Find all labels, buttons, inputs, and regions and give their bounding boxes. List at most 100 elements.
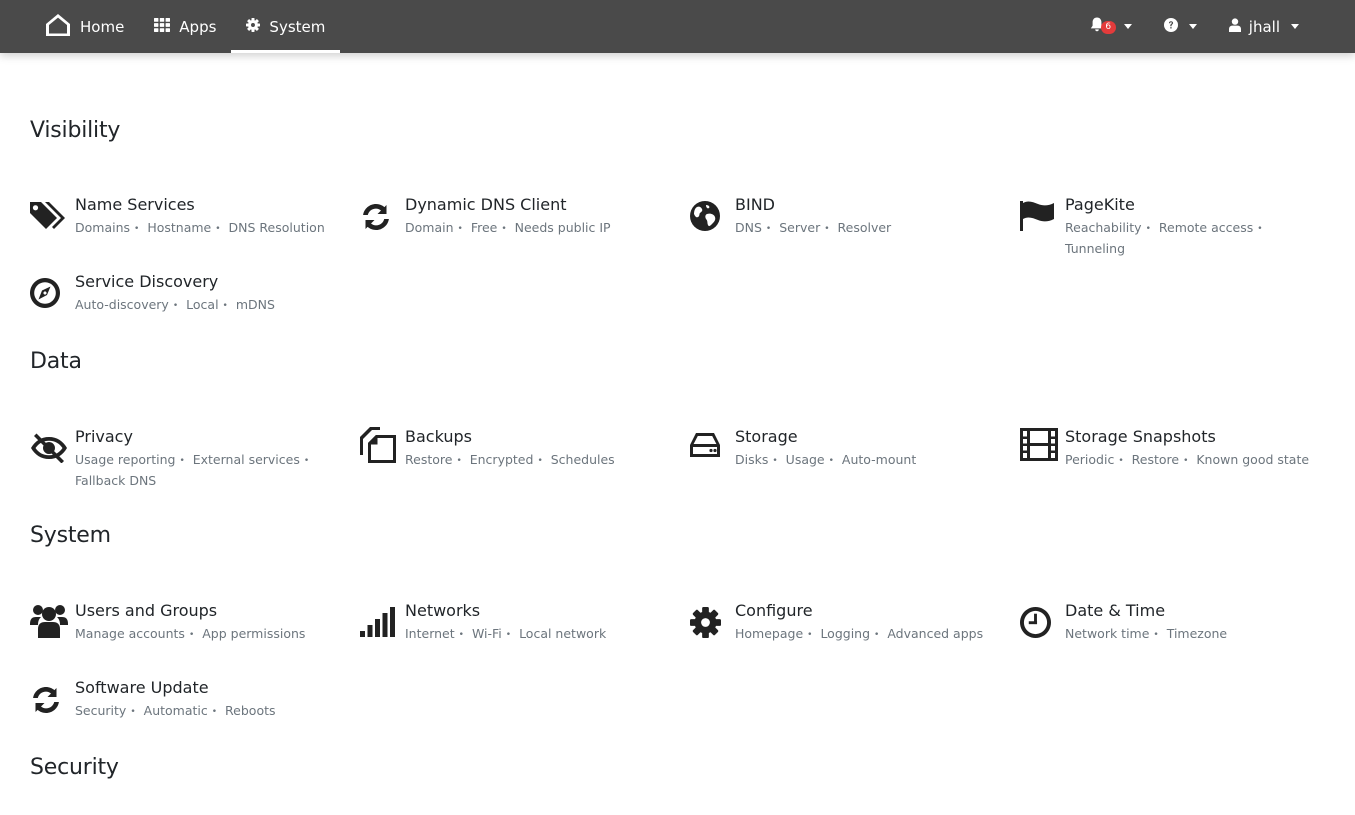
tag: External services <box>192 452 300 467</box>
app-card-title: Backups <box>405 427 472 446</box>
tag: Needs public IP <box>514 220 611 235</box>
nav-left: Home Apps System <box>30 0 341 53</box>
tag: Timezone <box>1166 626 1228 641</box>
grid-icon <box>154 17 171 36</box>
app-card-tags: Restore • Encrypted • Schedules <box>405 450 655 471</box>
tag-separator: • <box>537 455 543 466</box>
tag-separator: • <box>765 223 772 234</box>
signal-icon <box>360 607 398 645</box>
app-card-tags: Network time • Timezone <box>1065 624 1315 645</box>
user-dropdown[interactable]: jhall <box>1213 0 1315 53</box>
tag-separator: • <box>772 455 778 466</box>
tag-separator: • <box>1257 223 1263 234</box>
tag: Wi-Fi <box>471 626 502 641</box>
app-card-date-and-time[interactable]: Date & Time Network time • Timezone <box>1020 601 1340 667</box>
app-card-tags: Periodic • Restore • Known good state <box>1065 450 1315 471</box>
app-card-title: Storage Snapshots <box>1065 427 1216 446</box>
app-card-storage-snapshots[interactable]: Storage Snapshots Periodic • Restore • Know… <box>1020 427 1340 493</box>
tag: Free <box>470 220 498 235</box>
app-card-storage[interactable]: Storage Disks • Usage • Auto-mount <box>690 427 1010 493</box>
tag: Usage reporting <box>75 452 176 467</box>
app-card-service-discovery[interactable]: Service Discovery Auto-discovery • Local • … <box>30 272 350 338</box>
tag: Auto-discovery <box>75 297 169 312</box>
tag: Remote access <box>1158 220 1254 235</box>
app-card-tags: Usage reporting • External services • Fall… <box>75 450 325 491</box>
tag: Auto-mount <box>841 452 917 467</box>
nav-home-label: Home <box>80 17 125 36</box>
tag: Security <box>75 703 127 718</box>
tag-separator: • <box>456 455 462 466</box>
tag-separator: • <box>222 300 228 311</box>
tag: Schedules <box>550 452 615 467</box>
app-card-dynamic-dns-client[interactable]: Dynamic DNS Client Domain • Free • Needs pu… <box>360 195 680 261</box>
top-navbar: Home Apps System 6 jhall <box>0 0 1355 53</box>
files-icon <box>360 427 398 465</box>
app-card-backups[interactable]: Backups Restore • Encrypted • Schedules <box>360 427 680 493</box>
tag: Local network <box>519 626 607 641</box>
cog-icon <box>690 607 728 645</box>
flag-icon <box>1020 201 1058 239</box>
tag-separator: • <box>215 223 221 234</box>
app-card-pagekite[interactable]: PageKite Reachability • Remote access • Tun… <box>1020 195 1340 261</box>
app-card-name-services[interactable]: Name Services Domains • Hostname • DNS Reso… <box>30 195 350 261</box>
tag-separator: • <box>134 223 140 234</box>
nav-system[interactable]: System <box>231 0 341 53</box>
app-card-title: Service Discovery <box>75 272 219 291</box>
app-card-configure[interactable]: Configure Homepage • Logging • Advanced app… <box>690 601 1010 667</box>
tag: Reboots <box>225 703 276 718</box>
tag-separator: • <box>130 706 136 717</box>
tag-separator: • <box>1118 455 1124 466</box>
app-card-tags: Domains • Hostname • DNS Resolution <box>75 218 325 239</box>
app-card-tags: Reachability • Remote access • Tunneling <box>1065 218 1315 259</box>
globe-icon <box>690 201 728 239</box>
tag-separator: • <box>303 455 310 466</box>
help-dropdown[interactable] <box>1148 0 1213 53</box>
tag: Periodic <box>1065 452 1115 467</box>
hard-drive-icon <box>690 433 728 471</box>
tag: Domain <box>405 220 454 235</box>
tag: Fallback DNS <box>75 472 157 488</box>
notification-count-badge: 6 <box>1100 21 1116 34</box>
compass-icon <box>30 278 68 316</box>
tag: Restore <box>1131 452 1180 467</box>
app-card-tags: Internet • Wi-Fi • Local network <box>405 624 655 645</box>
nav-apps[interactable]: Apps <box>139 0 231 53</box>
film-icon <box>1020 428 1058 466</box>
app-card-software-update[interactable]: Software Update Security • Automatic • Rebo… <box>30 678 350 744</box>
tag: DNS <box>735 220 762 235</box>
tag-separator: • <box>179 455 185 466</box>
app-card-title: Software Update <box>75 678 209 697</box>
app-card-bind[interactable]: BIND DNS • Server • Resolver <box>690 195 1010 261</box>
tag-separator: • <box>501 223 507 234</box>
nav-home[interactable]: Home <box>30 0 139 53</box>
app-card-tags: Disks • Usage • Auto-mount <box>735 450 985 471</box>
user-icon <box>1228 17 1241 36</box>
app-card-networks[interactable]: Networks Internet • Wi-Fi • Local network <box>360 601 680 667</box>
tag-separator: • <box>211 706 218 717</box>
app-card-title: PageKite <box>1065 195 1135 214</box>
app-card-privacy[interactable]: Privacy Usage reporting • External service… <box>30 427 350 493</box>
app-card-title: Storage <box>735 427 798 446</box>
cog-icon <box>246 17 261 36</box>
notifications-dropdown[interactable]: 6 <box>1074 0 1148 53</box>
tag-separator: • <box>505 629 512 640</box>
tag: Automatic <box>143 703 208 718</box>
user-name: jhall <box>1248 17 1280 36</box>
section-title-system: System <box>30 523 111 548</box>
app-card-title: Configure <box>735 601 813 620</box>
home-icon <box>45 13 71 41</box>
tag-separator: • <box>188 629 195 640</box>
section-title-security: Security <box>30 755 119 780</box>
tags-icon <box>30 199 68 237</box>
nav-right: 6 jhall <box>1074 0 1315 53</box>
section-title-visibility: Visibility <box>30 118 121 143</box>
tag-separator: • <box>457 223 463 234</box>
tag: Homepage <box>735 626 804 641</box>
nav-system-label: System <box>269 17 326 36</box>
app-card-users-and-groups[interactable]: Users and Groups Manage accounts • App per… <box>30 601 350 667</box>
tag-separator: • <box>1183 455 1189 466</box>
tag-separator: • <box>1153 629 1159 640</box>
app-card-tags: Auto-discovery • Local • mDNS <box>75 295 325 316</box>
app-card-title: Name Services <box>75 195 195 214</box>
tag: DNS Resolution <box>228 220 325 235</box>
